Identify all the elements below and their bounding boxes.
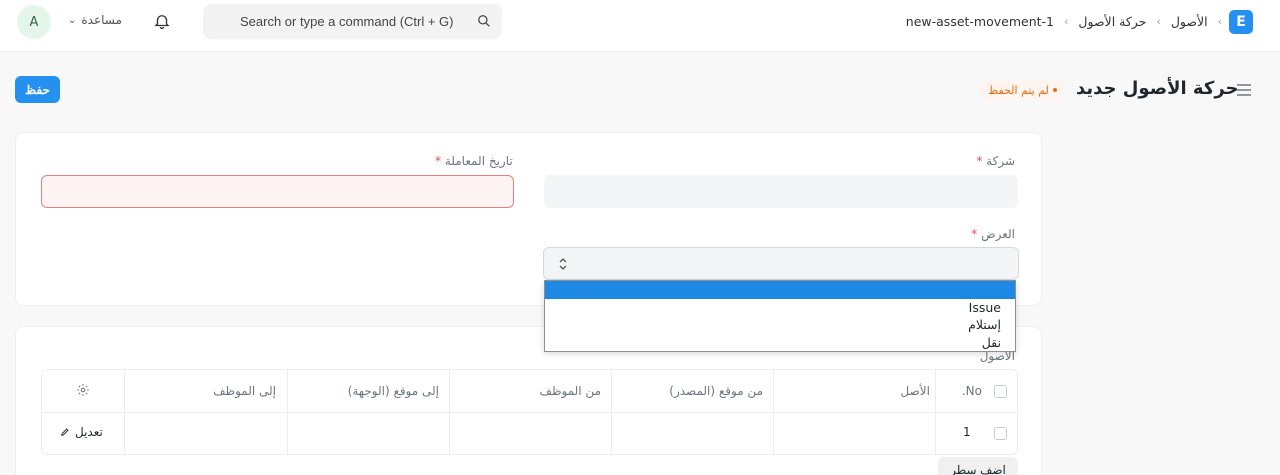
select-arrows-icon (559, 258, 567, 270)
breadcrumb-separator: ‹ (1217, 15, 1222, 28)
table-col-divider (773, 370, 774, 454)
bell-icon[interactable] (153, 12, 171, 30)
help-dropdown[interactable]: ⌄ مساعدة (68, 13, 122, 27)
status-dot (1052, 88, 1057, 92)
col-header-no: No. (961, 384, 982, 398)
purpose-option-empty[interactable] (545, 281, 1015, 299)
row-checkbox[interactable] (994, 427, 1007, 440)
table-col-divider (287, 370, 288, 454)
status-text: لم يتم الحفظ (988, 83, 1049, 97)
table-col-divider (611, 370, 612, 454)
purpose-options-list: Issue إستلام نقل (544, 280, 1016, 352)
help-label: مساعدة (81, 13, 122, 27)
table-col-divider (449, 370, 450, 454)
breadcrumb-separator: ‹ (1064, 15, 1069, 28)
purpose-option-issue[interactable]: Issue (545, 299, 1015, 317)
avatar[interactable]: A (17, 5, 51, 39)
add-row-button[interactable]: اضف سطر (938, 457, 1018, 475)
breadcrumb-module[interactable]: الأصول (1171, 14, 1208, 29)
col-header-asset: الأصل (900, 384, 930, 398)
breadcrumb-doctype[interactable]: حركة الأصول (1078, 14, 1146, 29)
status-badge: لم يتم الحفظ (980, 80, 1065, 100)
sidebar-toggle-icon[interactable] (1237, 84, 1251, 96)
transaction-date-label: تاريخ المعاملة * (435, 154, 513, 168)
breadcrumb-separator: ‹ (1156, 15, 1161, 28)
purpose-option-transfer[interactable]: نقل (545, 334, 1015, 352)
table-divider (42, 412, 1017, 413)
save-button[interactable]: حفظ (15, 76, 60, 103)
navbar: A ⌄ مساعدة Search or type a command (Ctr… (0, 0, 1280, 52)
search-input[interactable]: Search or type a command (Ctrl + G) (240, 14, 454, 29)
transaction-date-input[interactable] (41, 175, 514, 208)
chevron-down-icon: ⌄ (68, 14, 77, 26)
col-header-to-employee: إلى الموظف (213, 384, 276, 398)
col-header-target-location: إلى موقع (الوجهة) (347, 384, 439, 398)
col-header-from-employee: من الموظف (539, 384, 601, 398)
gear-icon[interactable] (76, 383, 90, 397)
assets-table: No. الأصل من موقع (المصدر) من الموظف إلى… (41, 369, 1018, 455)
breadcrumb: new-asset-movement-1 ‹ حركة الأصول ‹ الأ… (906, 14, 1222, 29)
col-header-source-location: من موقع (المصدر) (669, 384, 763, 398)
edit-row-button[interactable]: تعديل (60, 425, 103, 439)
breadcrumb-doc[interactable]: new-asset-movement-1 (906, 14, 1054, 29)
table-col-divider (124, 370, 125, 454)
row-number: 1 (963, 425, 971, 439)
purpose-option-receipt[interactable]: إستلام (545, 316, 1015, 334)
edit-label: تعديل (75, 425, 103, 439)
search-bar[interactable]: Search or type a command (Ctrl + G) (203, 4, 502, 39)
table-col-divider (935, 370, 936, 454)
select-all-checkbox[interactable] (994, 385, 1007, 398)
search-icon (478, 15, 490, 27)
purpose-label: العرض * (971, 227, 1015, 241)
page-title: حركة الأصول جديد (1076, 78, 1239, 99)
purpose-select[interactable] (543, 247, 1019, 280)
company-label: شركة * (976, 154, 1015, 168)
company-input[interactable] (544, 175, 1018, 208)
pencil-icon (61, 428, 69, 436)
app-logo[interactable]: E (1229, 10, 1253, 34)
